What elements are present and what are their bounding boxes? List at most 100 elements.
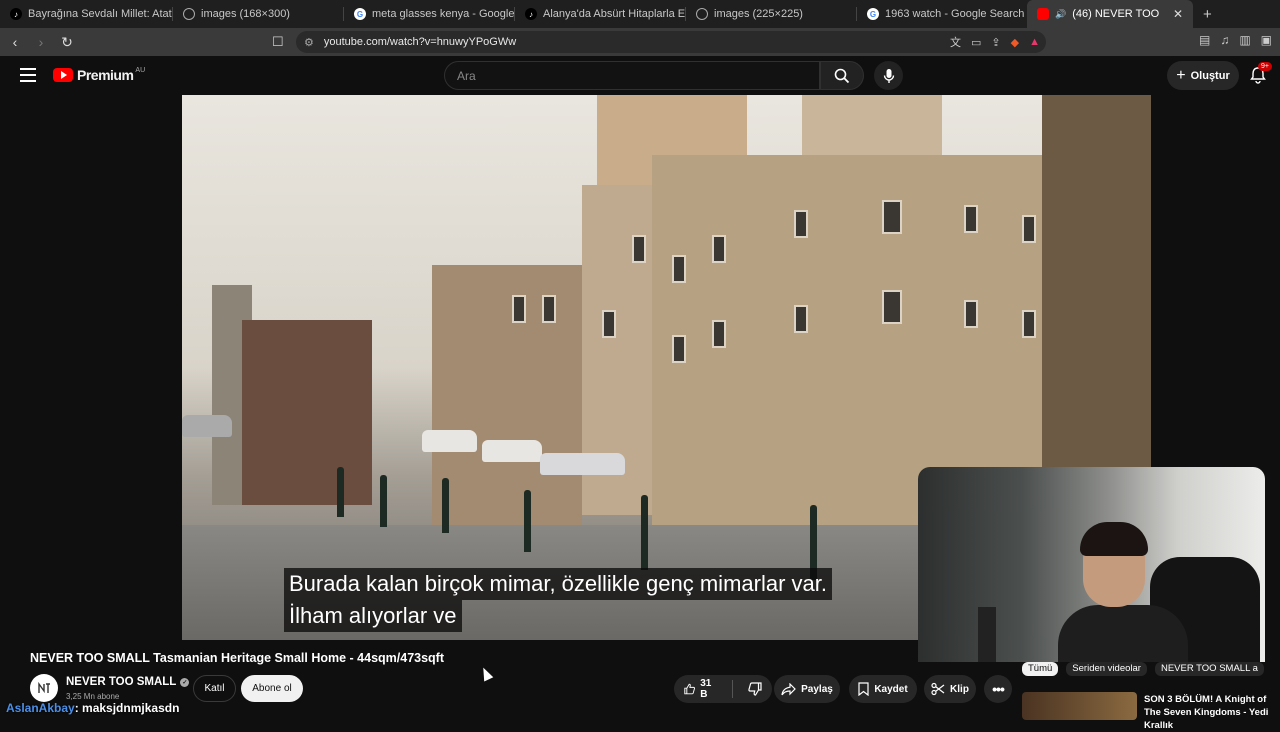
channel-avatar[interactable] bbox=[30, 674, 58, 702]
youtube-header: Premium AU + Oluştur 9+ bbox=[0, 56, 1280, 95]
webcam-overlay bbox=[918, 467, 1265, 662]
recommended-thumbnail[interactable] bbox=[1022, 692, 1137, 720]
channel-logo-icon bbox=[38, 681, 50, 694]
chip-series-videos[interactable]: Seriden videolar bbox=[1066, 662, 1147, 676]
sidebar-icon[interactable]: ▤ bbox=[1199, 33, 1210, 47]
bookmark-icon[interactable]: ☐ bbox=[272, 34, 284, 50]
parked-car bbox=[182, 415, 232, 437]
streamer-hair bbox=[1080, 522, 1148, 556]
office-building bbox=[802, 95, 942, 155]
tab-label: images (225×225) bbox=[714, 8, 803, 20]
voice-search-button[interactable] bbox=[874, 61, 903, 90]
video-subtitles: Burada kalan birçok mimar, özellikle gen… bbox=[284, 568, 832, 632]
google-icon: G bbox=[867, 8, 879, 20]
video-title: NEVER TOO SMALL Tasmanian Heritage Small… bbox=[30, 651, 445, 665]
tab-label: (46) NEVER TOO SMALL Tasm bbox=[1072, 8, 1161, 20]
thumbs-up-icon bbox=[684, 683, 695, 695]
thumbs-down-icon bbox=[748, 682, 762, 696]
dislike-button[interactable] bbox=[738, 675, 772, 703]
verified-icon: ✓ bbox=[180, 677, 190, 687]
create-label: Oluştur bbox=[1190, 69, 1230, 82]
notifications-button[interactable]: 9+ bbox=[1250, 62, 1272, 84]
like-divider bbox=[732, 680, 733, 698]
search-button[interactable] bbox=[820, 61, 864, 90]
create-button[interactable]: + Oluştur bbox=[1167, 61, 1239, 90]
plus-icon: + bbox=[1176, 66, 1186, 84]
clip-button[interactable]: Klip bbox=[924, 675, 976, 703]
bollard bbox=[641, 495, 648, 570]
window bbox=[794, 305, 808, 333]
url-bar[interactable]: ⚙ youtube.com/watch?v=hnuwyYPoGWw 文 ▭ ⇪ … bbox=[296, 31, 1046, 53]
recommended-video[interactable]: SON 3 BÖLÜM! A Knight of The Seven Kingd… bbox=[1022, 692, 1280, 731]
new-tab-button[interactable]: + bbox=[1193, 6, 1222, 23]
window bbox=[602, 310, 616, 338]
tab-4[interactable]: ♪ Alanya'da Absürt Hitaplarla Eğlencel bbox=[515, 0, 685, 28]
music-icon[interactable]: ♫ bbox=[1220, 33, 1229, 47]
channel-name-text: NEVER TOO SMALL bbox=[66, 676, 177, 688]
streamer-body bbox=[1058, 605, 1188, 662]
tab-6[interactable]: G 1963 watch - Google Search bbox=[857, 0, 1027, 28]
translate-icon[interactable]: 文 bbox=[950, 34, 961, 50]
channel-name[interactable]: NEVER TOO SMALL ✓ bbox=[66, 676, 190, 688]
like-count: 31 B bbox=[700, 678, 712, 700]
like-dislike-group: 31 B bbox=[674, 675, 772, 703]
tab-7-active[interactable]: 🔊 (46) NEVER TOO SMALL Tasm ✕ bbox=[1027, 0, 1193, 28]
tab-label: 1963 watch - Google Search bbox=[885, 8, 1025, 20]
notification-badge: 9+ bbox=[1258, 62, 1272, 71]
more-actions-button[interactable]: ••• bbox=[984, 675, 1012, 703]
forward-button[interactable]: › bbox=[30, 31, 52, 53]
subtitle-line-2: İlham alıyorlar ve bbox=[284, 600, 462, 632]
window bbox=[964, 205, 978, 233]
speaker-icon: 🔊 bbox=[1055, 8, 1067, 19]
scissors-icon bbox=[931, 682, 945, 696]
globe-icon bbox=[183, 8, 195, 20]
share-button[interactable]: Paylaş bbox=[774, 675, 840, 703]
reload-button[interactable]: ↻ bbox=[56, 31, 78, 53]
chip-all[interactable]: Tümü bbox=[1022, 662, 1059, 676]
split-view-icon[interactable]: ▥ bbox=[1239, 33, 1250, 47]
parked-car bbox=[422, 430, 477, 452]
window bbox=[672, 255, 686, 283]
tab-1[interactable]: ♪ Bayrağına Sevdalı Millet: Atatürk ve T bbox=[0, 0, 172, 28]
save-button[interactable]: Kaydet bbox=[849, 675, 917, 703]
browser-tab-bar: ♪ Bayrağına Sevdalı Millet: Atatürk ve T… bbox=[0, 0, 1280, 28]
save-label: Kaydet bbox=[874, 683, 908, 695]
logo-region: AU bbox=[135, 66, 146, 74]
parked-car bbox=[482, 440, 542, 462]
brave-shield-icon[interactable]: ◆ bbox=[1011, 36, 1019, 49]
like-button[interactable]: 31 B bbox=[674, 675, 727, 703]
cast-icon[interactable]: ▭ bbox=[971, 36, 981, 49]
wallet-icon[interactable]: ▣ bbox=[1261, 33, 1272, 47]
chat-text: : maksjdnmjkasdn bbox=[74, 701, 180, 715]
share-icon[interactable]: ⇪ bbox=[991, 36, 1000, 49]
recommended-title[interactable]: SON 3 BÖLÜM! A Knight of The Seven Kingd… bbox=[1144, 693, 1280, 732]
back-button[interactable]: ‹ bbox=[4, 31, 26, 53]
tiktok-icon: ♪ bbox=[525, 8, 537, 20]
tab-label: Bayrağına Sevdalı Millet: Atatürk ve T bbox=[28, 8, 172, 20]
subscriber-count: 3,25 Mn abone bbox=[66, 692, 120, 701]
bookmark-save-icon bbox=[858, 682, 869, 696]
share-label: Paylaş bbox=[801, 683, 833, 695]
subscribe-button[interactable]: Abone ol bbox=[241, 675, 303, 702]
brick-building bbox=[242, 320, 372, 505]
chat-username: AslanAkbay bbox=[6, 701, 75, 715]
tab-5[interactable]: images (225×225) bbox=[686, 0, 856, 28]
share-icon bbox=[781, 682, 796, 695]
tab-2[interactable]: images (168×300) bbox=[173, 0, 343, 28]
close-tab-icon[interactable]: ✕ bbox=[1173, 7, 1183, 21]
window bbox=[964, 300, 978, 328]
search-input[interactable] bbox=[445, 62, 819, 89]
clip-label: Klip bbox=[950, 683, 969, 695]
menu-icon[interactable] bbox=[20, 68, 36, 82]
window bbox=[512, 295, 526, 323]
chip-channel[interactable]: NEVER TOO SMALL a bbox=[1154, 662, 1264, 676]
logo-text: Premium bbox=[77, 67, 134, 83]
brave-rewards-icon[interactable]: ▲ bbox=[1029, 36, 1040, 48]
site-info-icon[interactable]: ⚙ bbox=[304, 36, 314, 49]
join-button[interactable]: Katıl bbox=[193, 675, 236, 702]
tab-3[interactable]: G meta glasses kenya - Google Search bbox=[344, 0, 514, 28]
tiktok-icon: ♪ bbox=[10, 8, 22, 20]
youtube-premium-logo[interactable]: Premium AU bbox=[53, 67, 145, 83]
bollard bbox=[380, 475, 387, 527]
microphone-icon bbox=[883, 68, 894, 83]
